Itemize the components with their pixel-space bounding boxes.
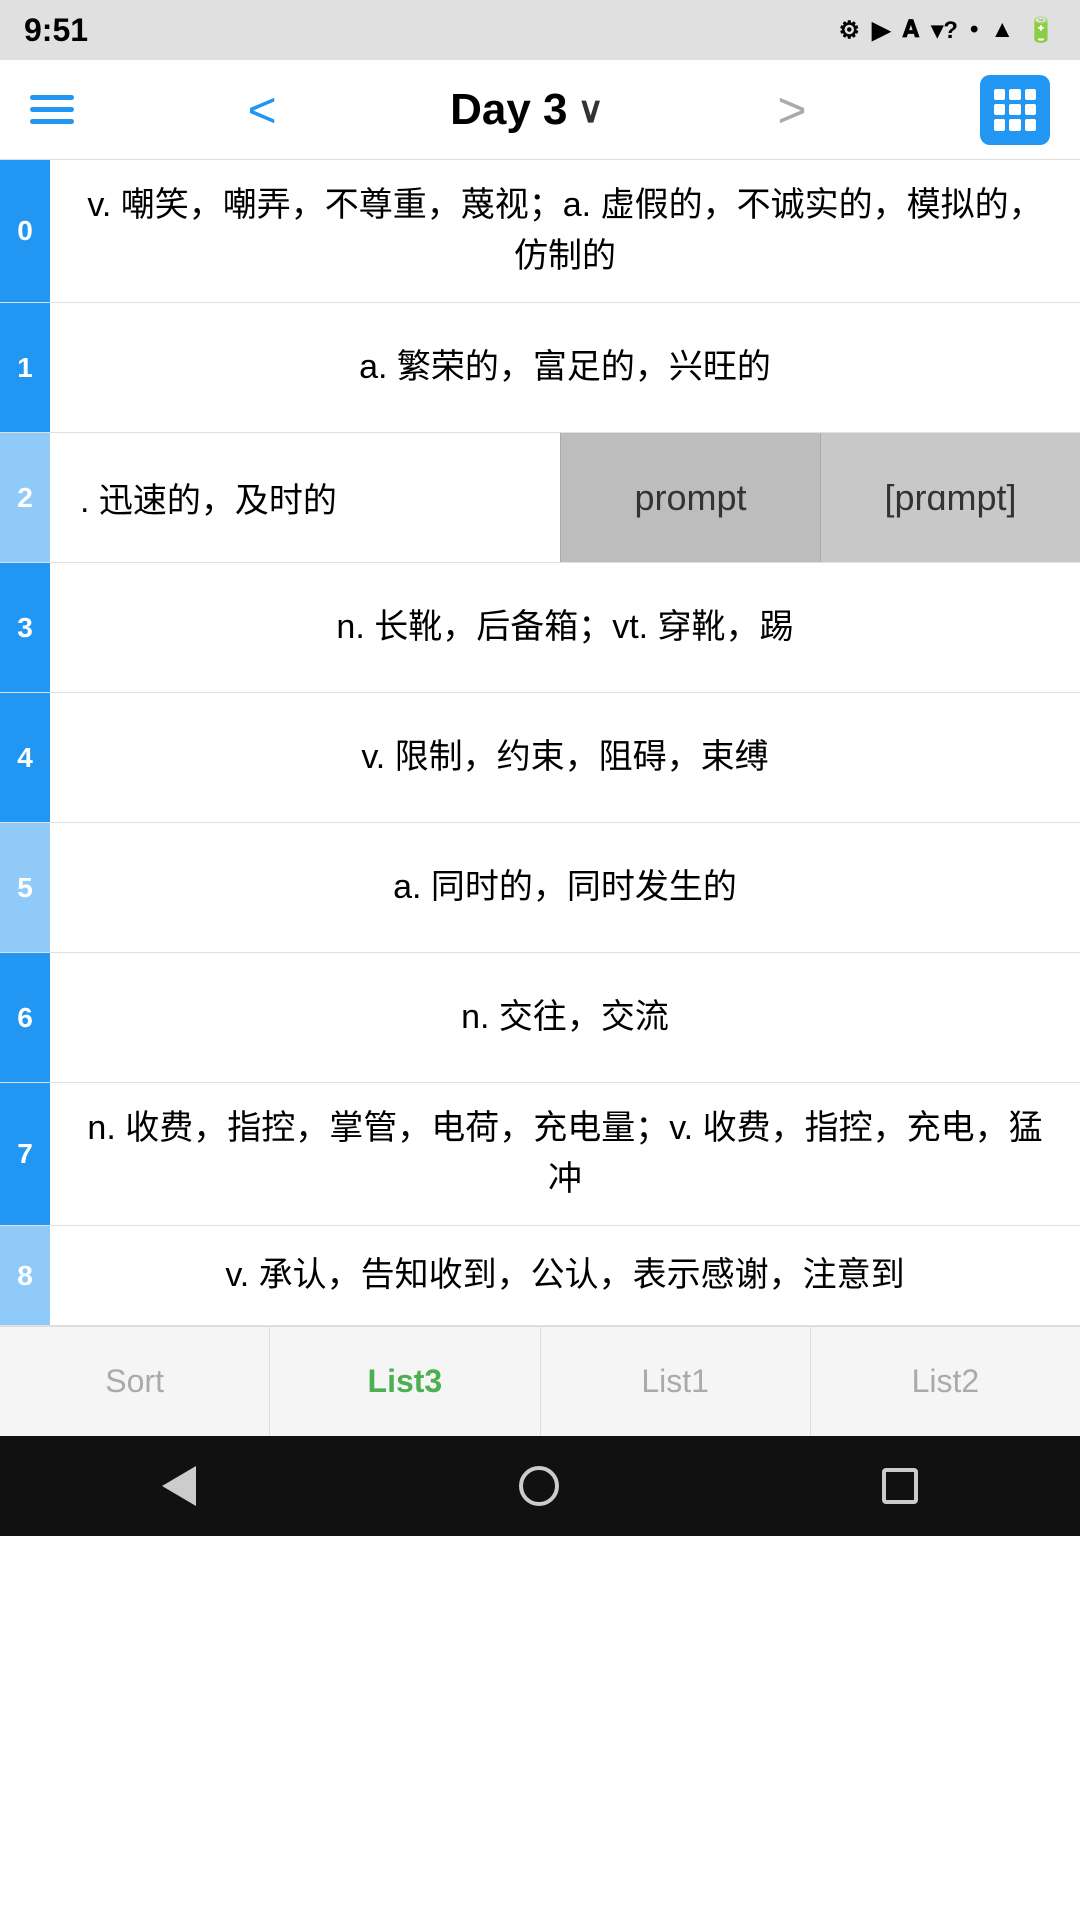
row-content-5: a. 同时的，同时发生的: [50, 823, 1080, 952]
font-icon: 𝐀: [902, 16, 919, 44]
tab-list1[interactable]: List1: [541, 1327, 811, 1436]
row-content-7: n. 收费，指控，掌管，电荷，充电量；v. 收费，指控，充电，猛冲: [50, 1083, 1080, 1225]
tab-list2[interactable]: List2: [811, 1327, 1080, 1436]
row-index-8: 8: [0, 1226, 50, 1325]
menu-button[interactable]: [30, 95, 74, 124]
home-button[interactable]: [519, 1466, 559, 1506]
hamburger-icon: [30, 95, 74, 124]
status-icons: ⚙ ▶ 𝐀 ▾? • ▲ 🔋: [839, 16, 1057, 45]
bottom-tab-bar: Sort List3 List1 List2: [0, 1326, 1080, 1436]
home-icon: [519, 1466, 559, 1506]
word-row[interactable]: 5 a. 同时的，同时发生的: [0, 823, 1080, 953]
word-row[interactable]: 7 n. 收费，指控，掌管，电荷，充电量；v. 收费，指控，充电，猛冲: [0, 1083, 1080, 1226]
row-index-4: 4: [0, 693, 50, 822]
grid-icon: [994, 89, 1036, 131]
row-content-4: v. 限制，约束，阻碍，束缚: [50, 693, 1080, 822]
play-icon: ▶: [872, 16, 890, 45]
wifi-icon: ▾?: [931, 16, 958, 45]
word-row[interactable]: 1 a. 繁荣的，富足的，兴旺的: [0, 303, 1080, 433]
popup-word[interactable]: prompt: [560, 433, 820, 562]
grid-view-button[interactable]: [980, 75, 1050, 145]
recents-icon: [882, 1468, 918, 1504]
row-index-2: 2: [0, 433, 50, 562]
prev-button[interactable]: <: [247, 85, 276, 135]
signal-icon: ▲: [990, 16, 1014, 44]
row-index-0: 0: [0, 160, 50, 302]
dot-icon: •: [970, 16, 978, 44]
row-content-3: n. 长靴，后备箱；vt. 穿靴，踢: [50, 563, 1080, 692]
top-nav: < Day 3 ∨ >: [0, 60, 1080, 160]
tab-list3[interactable]: List3: [270, 1327, 540, 1436]
row-index-1: 1: [0, 303, 50, 432]
back-button[interactable]: [162, 1466, 196, 1506]
row-index-5: 5: [0, 823, 50, 952]
row-content-0: v. 嘲笑，嘲弄，不尊重，蔑视；a. 虚假的，不诚实的，模拟的，仿制的: [50, 160, 1080, 302]
word-row[interactable]: 2 . 迅速的，及时的 prompt [prɑmpt]: [0, 433, 1080, 563]
word-row[interactable]: 6 n. 交往，交流: [0, 953, 1080, 1083]
popup-overlay: prompt [prɑmpt]: [560, 433, 1080, 562]
recents-button[interactable]: [882, 1468, 918, 1504]
back-icon: [162, 1466, 196, 1506]
gear-icon: ⚙: [839, 16, 861, 45]
nav-title: Day 3 ∨: [450, 85, 604, 135]
row-index-3: 3: [0, 563, 50, 692]
row-index-7: 7: [0, 1083, 50, 1225]
tab-sort[interactable]: Sort: [0, 1327, 270, 1436]
status-bar: 9:51 ⚙ ▶ 𝐀 ▾? • ▲ 🔋: [0, 0, 1080, 60]
row-content-1: a. 繁荣的，富足的，兴旺的: [50, 303, 1080, 432]
word-row[interactable]: 3 n. 长靴，后备箱；vt. 穿靴，踢: [0, 563, 1080, 693]
word-list: 0 v. 嘲笑，嘲弄，不尊重，蔑视；a. 虚假的，不诚实的，模拟的，仿制的 1 …: [0, 160, 1080, 1326]
word-row[interactable]: 0 v. 嘲笑，嘲弄，不尊重，蔑视；a. 虚假的，不诚实的，模拟的，仿制的: [0, 160, 1080, 303]
chevron-down-icon: ∨: [578, 89, 604, 131]
row-index-6: 6: [0, 953, 50, 1082]
row-content-8: v. 承认，告知收到，公认，表示感谢，注意到: [50, 1226, 1080, 1325]
popup-phonetic: [prɑmpt]: [820, 433, 1080, 562]
battery-icon: 🔋: [1026, 16, 1056, 45]
word-row[interactable]: 4 v. 限制，约束，阻碍，束缚: [0, 693, 1080, 823]
status-time: 9:51: [24, 12, 88, 49]
system-nav-bar: [0, 1436, 1080, 1536]
next-button[interactable]: >: [777, 85, 806, 135]
word-row[interactable]: 8 v. 承认，告知收到，公认，表示感谢，注意到: [0, 1226, 1080, 1326]
row-content-6: n. 交往，交流: [50, 953, 1080, 1082]
